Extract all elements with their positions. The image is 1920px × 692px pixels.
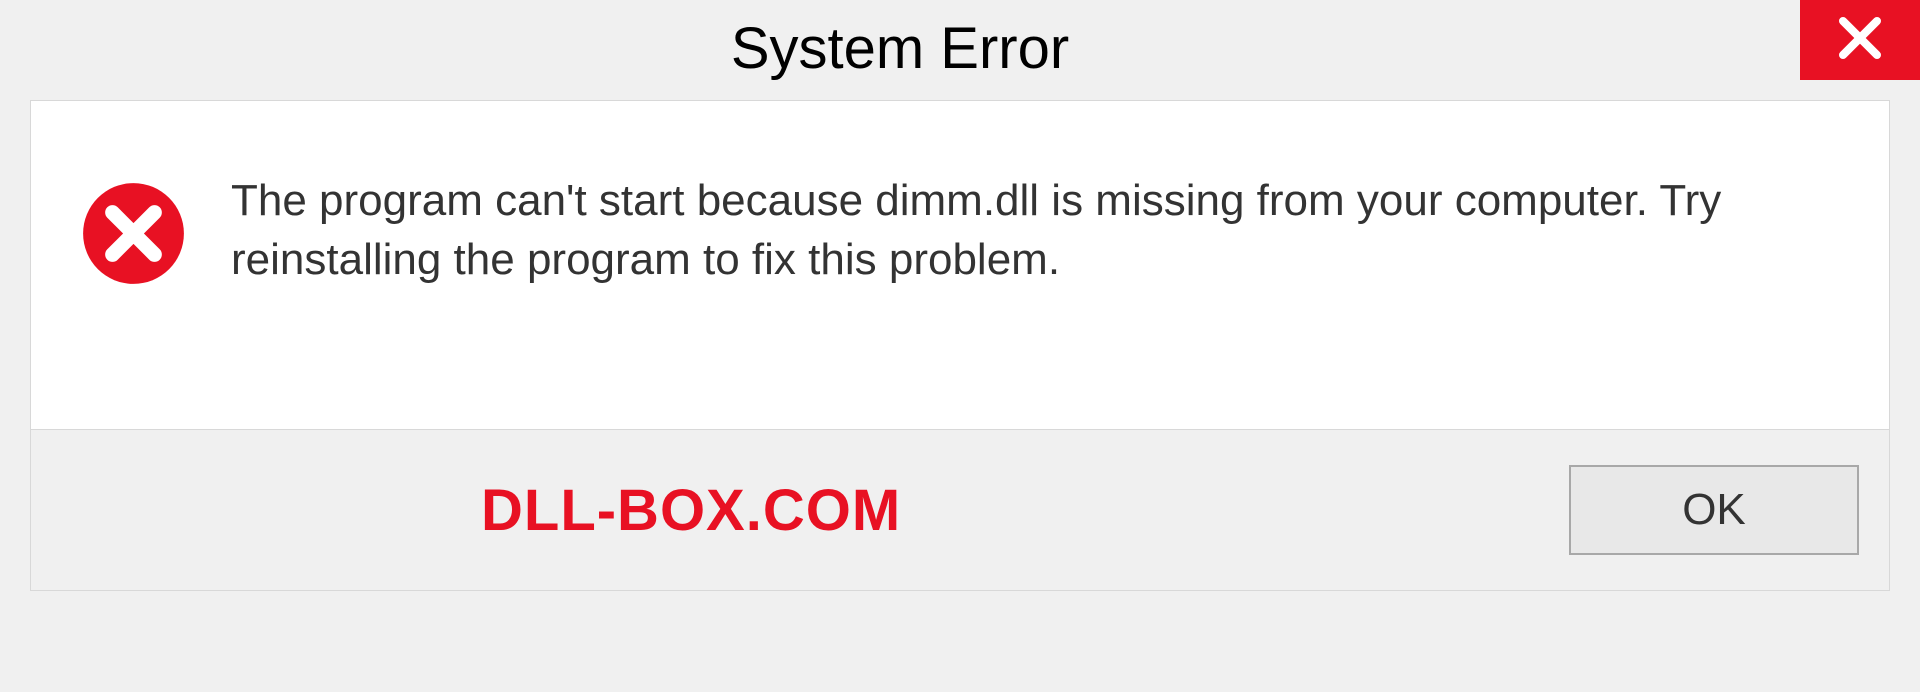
footer-bar: DLL-BOX.COM OK [30, 430, 1890, 591]
close-button[interactable] [1800, 0, 1920, 80]
ok-button[interactable]: OK [1569, 465, 1859, 555]
error-icon [81, 181, 186, 286]
message-panel: The program can't start because dimm.dll… [30, 100, 1890, 430]
watermark-text: DLL-BOX.COM [481, 477, 901, 544]
dialog-title: System Error [0, 0, 1800, 82]
title-bar: System Error [0, 0, 1920, 95]
close-icon [1835, 13, 1885, 68]
error-message: The program can't start because dimm.dll… [231, 161, 1839, 290]
